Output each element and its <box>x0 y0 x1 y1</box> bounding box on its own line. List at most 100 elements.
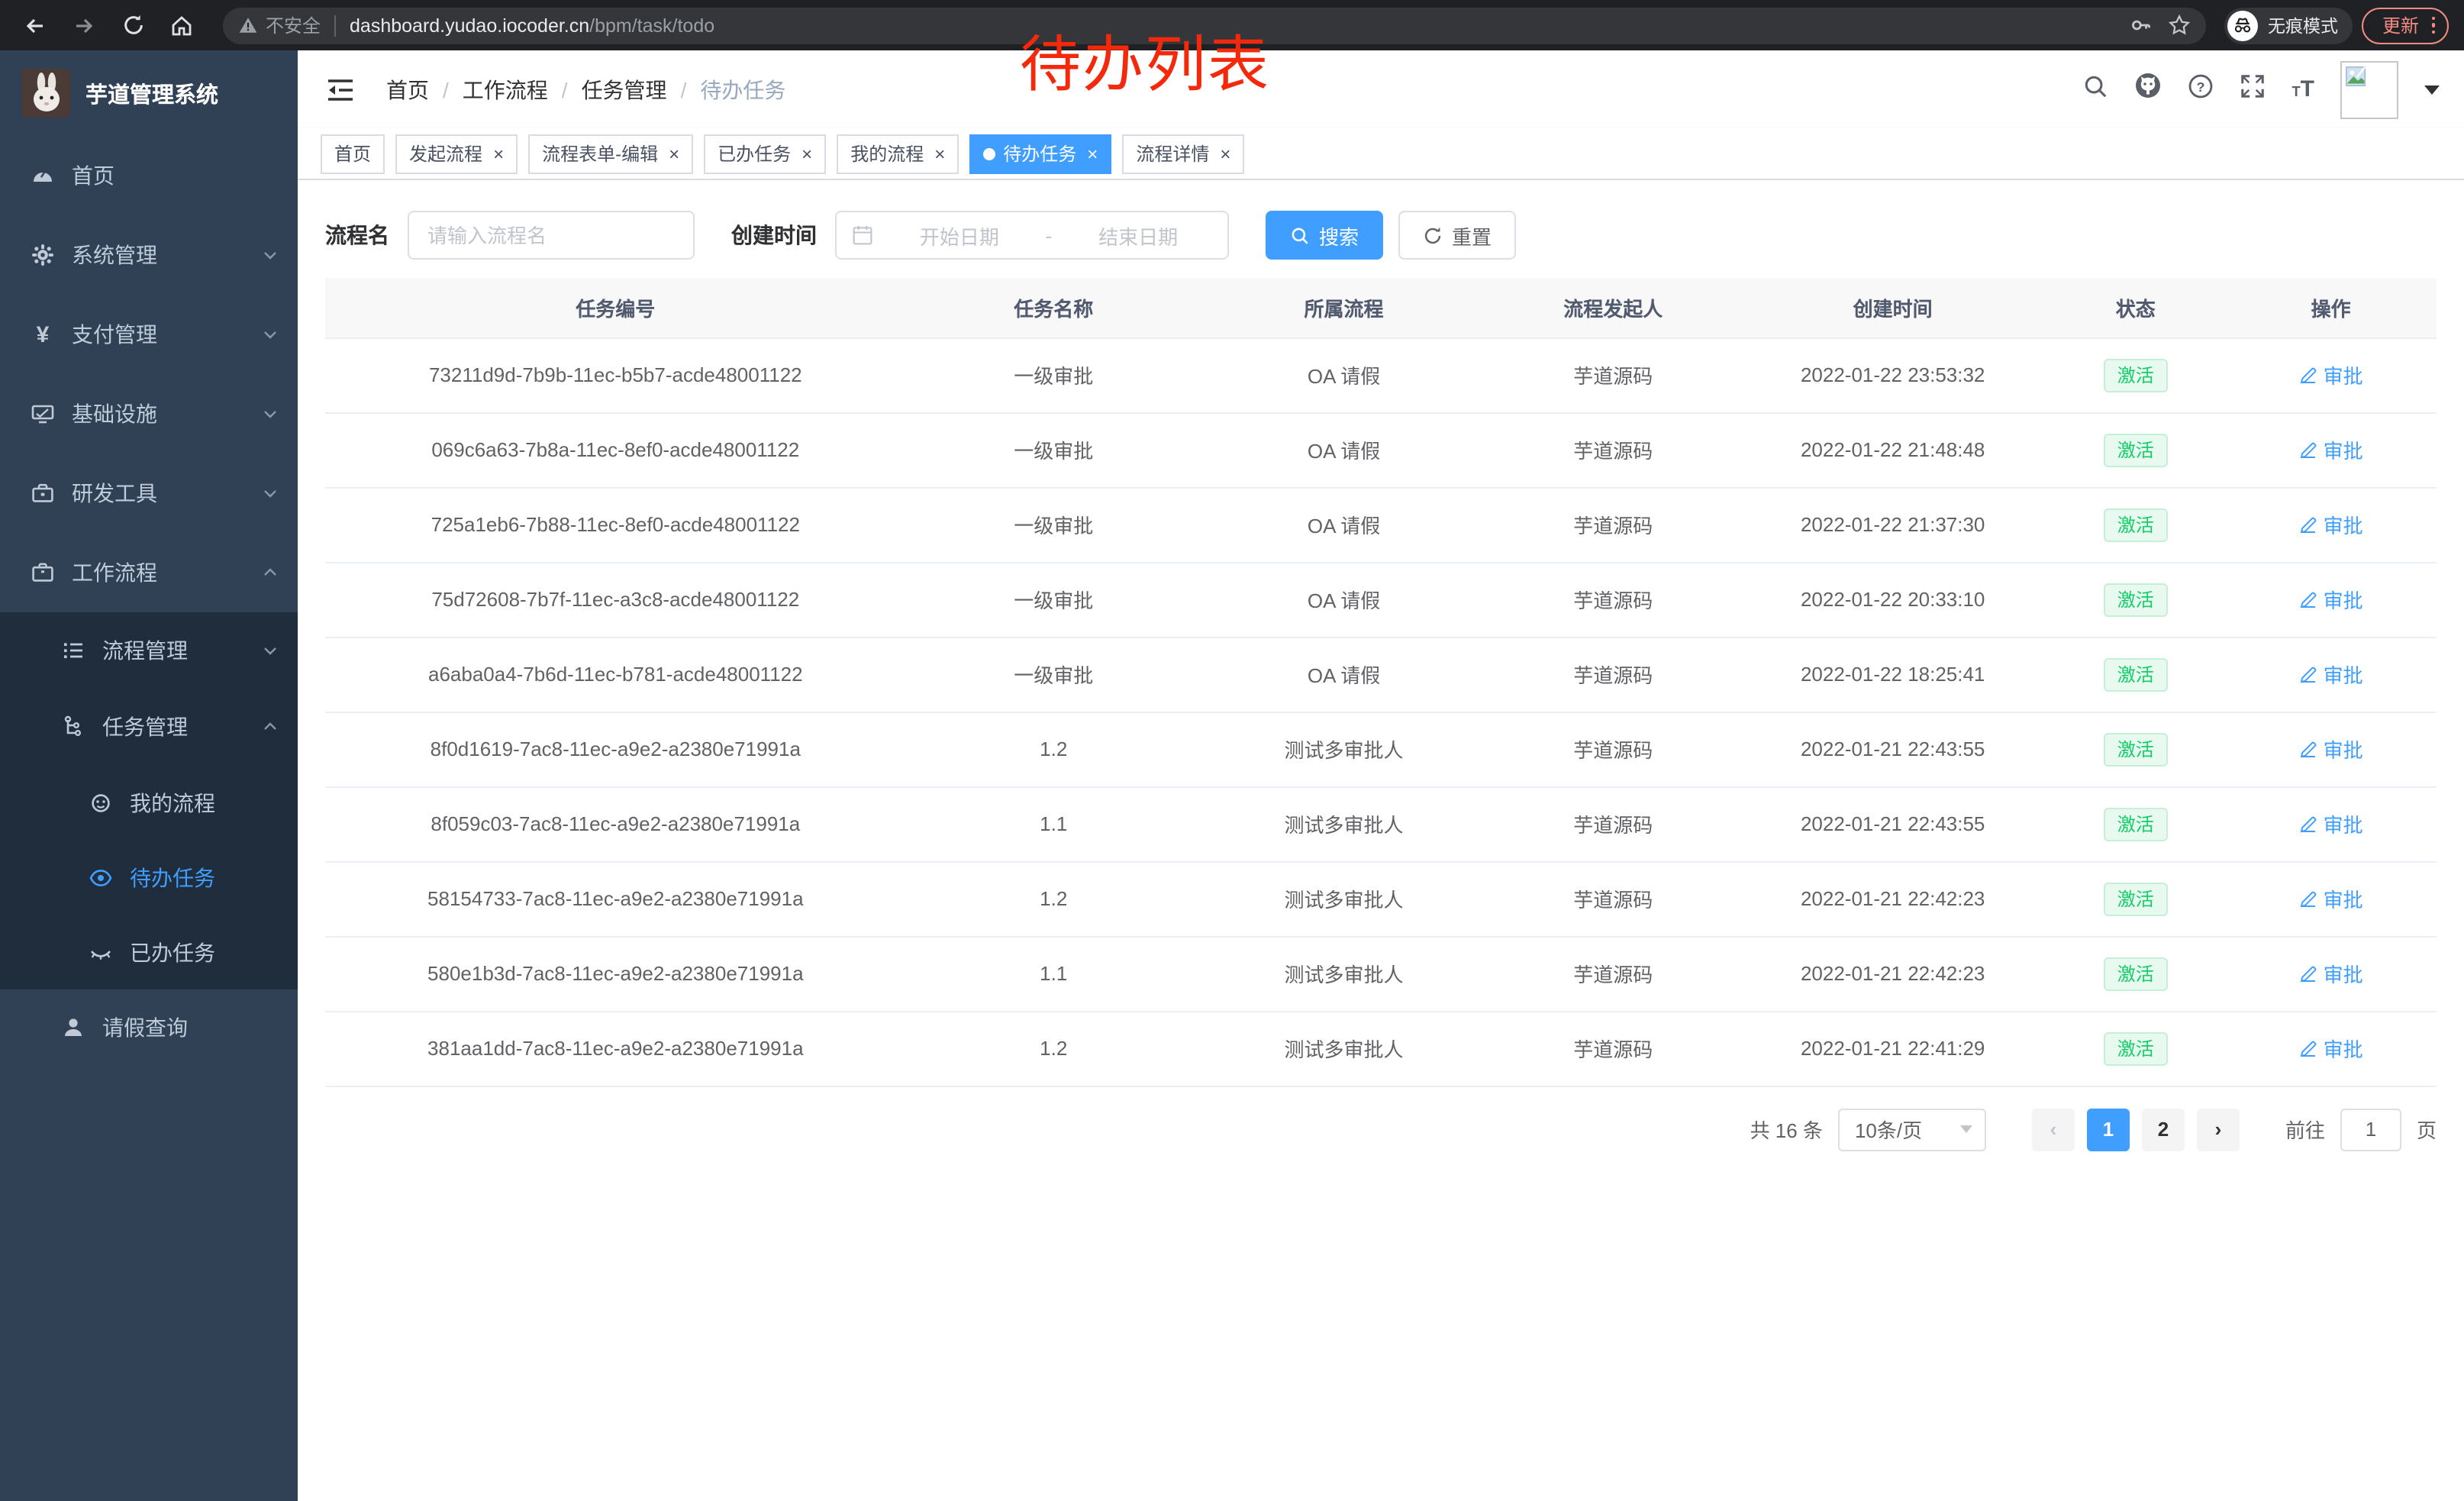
avatar[interactable] <box>2340 60 2398 118</box>
workflow-submenu: 流程管理 任务管理 我的流程 <box>0 612 298 989</box>
tab-todo-tasks[interactable]: 待办任务× <box>969 134 1111 173</box>
approve-link[interactable]: 审批 <box>2299 884 2363 913</box>
table-header-row: 任务编号 任务名称 所属流程 流程发起人 创建时间 状态 操作 <box>325 278 2437 337</box>
reset-button[interactable]: 重置 <box>1398 211 1516 260</box>
sidebar-item-home[interactable]: 首页 <box>0 136 298 215</box>
search-button[interactable]: 搜索 <box>1266 211 1383 260</box>
approve-link[interactable]: 审批 <box>2299 809 2363 838</box>
process-cell: 测试多审批人 <box>1201 936 1486 1011</box>
tab-process-form-edit[interactable]: 流程表单-编辑× <box>528 134 693 173</box>
sidebar-item-process-management[interactable]: 流程管理 <box>0 612 298 689</box>
tab-process-detail[interactable]: 流程详情× <box>1122 134 1244 173</box>
close-icon[interactable]: × <box>801 143 812 164</box>
breadcrumb-home[interactable]: 首页 <box>386 74 429 105</box>
process-name-input[interactable] <box>408 211 695 260</box>
table-row: 381aa1dd-7ac8-11ec-a9e2-a2380e71991a 1.2… <box>325 1011 2437 1086</box>
approve-link[interactable]: 审批 <box>2299 510 2363 539</box>
create-time-cell: 2022-01-22 23:53:32 <box>1740 337 2046 412</box>
toolbox-icon <box>31 481 55 505</box>
starter-cell: 芋道源码 <box>1486 337 1740 412</box>
browser-home-icon[interactable] <box>162 5 202 45</box>
sidebar-item-leave-query[interactable]: 请假查询 <box>0 989 298 1066</box>
close-icon[interactable]: × <box>1087 143 1098 164</box>
sidebar-item-workflow[interactable]: 工作流程 <box>0 533 298 612</box>
next-page-button[interactable]: › <box>2197 1108 2240 1151</box>
breadcrumb-task-management[interactable]: 任务管理 <box>582 74 667 105</box>
date-range-picker[interactable]: 开始日期 - 结束日期 <box>835 211 1229 260</box>
update-browser-button[interactable]: 更新 <box>2362 7 2449 44</box>
process-cell: OA 请假 <box>1201 562 1486 637</box>
approve-link[interactable]: 审批 <box>2299 585 2363 614</box>
tab-my-process[interactable]: 我的流程× <box>837 134 959 173</box>
task-name-cell: 一级审批 <box>906 487 1201 562</box>
sidebar-item-payment[interactable]: ¥ 支付管理 <box>0 295 298 374</box>
close-icon[interactable]: × <box>669 143 679 164</box>
tab-start-process[interactable]: 发起流程× <box>395 134 518 173</box>
task-id-cell: 725a1eb6-7b88-11ec-8ef0-acde48001122 <box>325 487 906 562</box>
goto-page-input[interactable] <box>2340 1108 2401 1151</box>
prev-page-button[interactable]: ‹ <box>2032 1108 2075 1151</box>
url-text[interactable]: dashboard.yudao.iocoder.cn/bpm/task/todo <box>350 15 2115 36</box>
help-icon[interactable]: ? <box>2188 73 2214 106</box>
font-size-icon[interactable]: TT <box>2292 76 2314 102</box>
page-size-select[interactable]: 10条/页 <box>1838 1108 1986 1151</box>
logo-rabbit-avatar <box>21 69 70 118</box>
sidebar-item-system[interactable]: 系统管理 <box>0 215 298 295</box>
close-icon[interactable]: × <box>934 143 945 164</box>
sidebar-item-done-tasks[interactable]: 已办任务 <box>0 915 298 989</box>
not-secure-warning[interactable]: 不安全 <box>238 12 321 38</box>
process-cell: OA 请假 <box>1201 412 1486 487</box>
app-logo[interactable]: 芋道管理系统 <box>0 50 298 136</box>
starter-cell: 芋道源码 <box>1486 786 1740 861</box>
approve-link[interactable]: 审批 <box>2299 959 2363 988</box>
create-time-cell: 2022-01-21 22:41:29 <box>1740 1011 2046 1086</box>
approve-link[interactable]: 审批 <box>2299 435 2363 464</box>
avatar-caret-down-icon[interactable] <box>2424 86 2440 102</box>
close-icon[interactable]: × <box>493 143 504 164</box>
sidebar-collapse-icon[interactable] <box>319 69 362 109</box>
browser-menu-icon[interactable] <box>2431 17 2435 34</box>
browser-forward-icon[interactable] <box>64 5 104 45</box>
sidebar-item-devtools[interactable]: 研发工具 <box>0 454 298 533</box>
update-label: 更新 <box>2382 12 2419 38</box>
tab-home[interactable]: 首页 <box>321 134 385 173</box>
approve-link[interactable]: 审批 <box>2299 660 2363 689</box>
incognito-icon <box>2228 10 2259 40</box>
tab-done-tasks[interactable]: 已办任务× <box>704 134 826 173</box>
task-id-cell: 8f0d1619-7ac8-11ec-a9e2-a2380e71991a <box>325 712 906 786</box>
task-id-cell: 58154733-7ac8-11ec-a9e2-a2380e71991a <box>325 861 906 936</box>
sidebar-item-task-management[interactable]: 任务管理 <box>0 689 298 765</box>
browser-back-icon[interactable] <box>15 5 55 45</box>
page-button-2[interactable]: 2 <box>2142 1108 2185 1151</box>
password-key-icon[interactable] <box>2130 14 2153 37</box>
calendar-icon <box>852 224 873 246</box>
edit-pencil-icon <box>2299 964 2317 983</box>
breadcrumb-current: 待办任务 <box>700 74 785 105</box>
approve-link[interactable]: 审批 <box>2299 360 2363 389</box>
fullscreen-icon[interactable] <box>2240 73 2266 106</box>
end-date-placeholder[interactable]: 结束日期 <box>1064 221 1212 250</box>
close-icon[interactable]: × <box>1220 143 1230 164</box>
page-button-1[interactable]: 1 <box>2087 1108 2130 1151</box>
starter-cell: 芋道源码 <box>1486 861 1740 936</box>
start-date-placeholder[interactable]: 开始日期 <box>885 221 1034 250</box>
col-starter: 流程发起人 <box>1486 278 1740 337</box>
sidebar-item-todo-tasks[interactable]: 待办任务 <box>0 840 298 915</box>
starter-cell: 芋道源码 <box>1486 412 1740 487</box>
col-task-name: 任务名称 <box>906 278 1201 337</box>
task-name-cell: 1.2 <box>906 1011 1201 1086</box>
github-icon[interactable] <box>2135 72 2162 107</box>
bookmark-star-icon[interactable] <box>2169 14 2191 37</box>
url-bar[interactable]: 不安全 dashboard.yudao.iocoder.cn/bpm/task/… <box>223 7 2207 44</box>
search-icon[interactable] <box>2083 73 2109 106</box>
approve-link[interactable]: 审批 <box>2299 734 2363 763</box>
status-badge: 激活 <box>2104 433 2168 466</box>
svg-text:?: ? <box>2197 79 2205 94</box>
sidebar-item-my-process[interactable]: 我的流程 <box>0 765 298 840</box>
refresh-icon <box>1423 225 1443 245</box>
breadcrumb-workflow[interactable]: 工作流程 <box>463 74 548 105</box>
sidebar-item-infrastructure[interactable]: 基础设施 <box>0 374 298 454</box>
approve-link[interactable]: 审批 <box>2299 1034 2363 1063</box>
query-form: 流程名 创建时间 开始日期 - 结束日期 搜索 <box>325 211 2437 260</box>
browser-reload-icon[interactable] <box>113 5 153 45</box>
